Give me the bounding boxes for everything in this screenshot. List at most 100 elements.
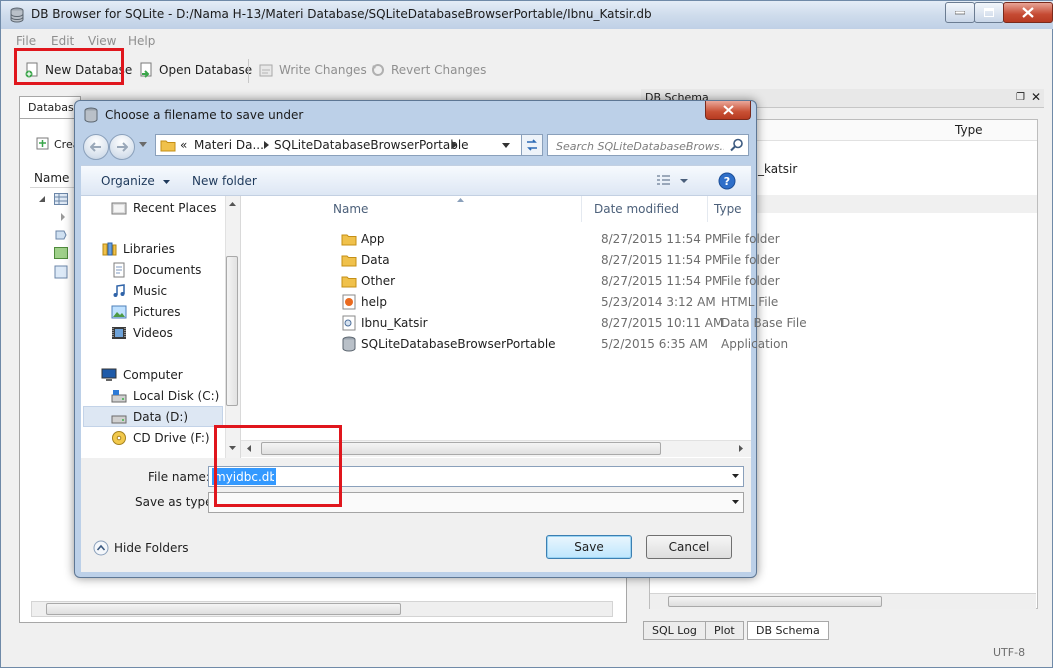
- column-header-type-label: Type: [714, 202, 742, 216]
- nav-libraries-label: Libraries: [123, 242, 175, 256]
- create-table-button[interactable]: Crea: [36, 137, 79, 151]
- dock-close-icon[interactable]: ✕: [1031, 90, 1041, 104]
- tab-plot[interactable]: Plot: [705, 621, 744, 640]
- maximize-button[interactable]: [974, 2, 1004, 23]
- nav-computer-label: Computer: [123, 368, 183, 382]
- nav-cd-drive[interactable]: CD Drive (F:): [111, 428, 210, 448]
- cd-drive-icon: [112, 431, 126, 445]
- table-icon: [54, 193, 68, 205]
- file-row[interactable]: Data 8/27/2015 11:54 PM File folder: [241, 249, 780, 270]
- back-arrow-icon: [90, 142, 101, 152]
- file-date: 8/27/2015 11:54 PM: [601, 252, 723, 267]
- scroll-right-icon[interactable]: [739, 445, 743, 452]
- breadcrumb-separator-icon[interactable]: [452, 141, 457, 149]
- drive-icon: [111, 415, 127, 424]
- write-changes-button[interactable]: Write Changes: [252, 57, 373, 83]
- nav-pictures[interactable]: Pictures: [111, 302, 181, 322]
- menu-edit[interactable]: Edit: [51, 34, 74, 48]
- open-database-label: Open Database: [159, 63, 253, 77]
- main-titlebar[interactable]: DB Browser for SQLite - D:/Nama H-13/Mat…: [1, 1, 1053, 29]
- hide-folders-button[interactable]: Hide Folders: [93, 540, 189, 556]
- dock-float-icon[interactable]: ❐: [1016, 92, 1025, 103]
- structure-horizontal-scrollbar[interactable]: [31, 601, 613, 617]
- tab-sql-log[interactable]: SQL Log: [643, 621, 706, 640]
- file-row[interactable]: App 8/27/2015 11:54 PM File folder: [241, 228, 780, 249]
- recent-locations-icon[interactable]: [139, 142, 147, 147]
- menu-view[interactable]: View: [88, 34, 116, 48]
- menu-file[interactable]: File: [16, 34, 36, 48]
- file-type: File folder: [721, 252, 780, 267]
- help-icon[interactable]: ?: [718, 172, 736, 190]
- videos-icon: [112, 327, 126, 339]
- search-icon[interactable]: [730, 138, 744, 152]
- minimize-button[interactable]: [945, 2, 975, 23]
- address-dropdown-icon[interactable]: [502, 143, 510, 148]
- schema-col-type[interactable]: Type: [955, 123, 983, 137]
- dialog-body: Recent Places Libraries Documents Music …: [81, 196, 807, 458]
- file-row[interactable]: SQLiteDatabaseBrowserPortable 5/2/2015 6…: [241, 333, 788, 354]
- schema-entry-label[interactable]: _katsir: [758, 162, 797, 176]
- breadcrumb-overflow[interactable]: «: [180, 138, 187, 152]
- address-bar[interactable]: « Materi Da... SQLiteDatabaseBrowserPort…: [155, 134, 539, 156]
- chevron-down-icon[interactable]: [732, 500, 739, 504]
- view-options-icon[interactable]: [656, 174, 688, 188]
- column-header-date[interactable]: Date modified: [588, 196, 708, 222]
- new-folder-button[interactable]: New folder: [192, 174, 257, 188]
- nav-videos[interactable]: Videos: [111, 323, 173, 343]
- dialog-command-bar: Organize New folder ?: [81, 165, 751, 196]
- structure-scroll-thumb[interactable]: [46, 603, 401, 615]
- nav-computer[interactable]: Computer: [101, 365, 183, 385]
- tab-database-structure[interactable]: Database: [19, 96, 81, 118]
- column-header-name[interactable]: Name: [327, 196, 582, 222]
- breadcrumb-item-sqlite[interactable]: SQLiteDatabaseBrowserPortable: [274, 138, 469, 152]
- nav-data-drive[interactable]: Data (D:): [111, 407, 188, 427]
- tree-collapse-icon[interactable]: [60, 213, 66, 221]
- file-row[interactable]: Ibnu_Katsir 8/27/2015 10:11 AM Data Base…: [241, 312, 807, 333]
- file-row[interactable]: Other 8/27/2015 11:54 PM File folder: [241, 270, 780, 291]
- organize-button[interactable]: Organize: [101, 174, 170, 188]
- dialog-close-button[interactable]: [705, 101, 751, 120]
- column-header-type[interactable]: Type: [708, 196, 751, 222]
- local-disk-icon: [111, 390, 127, 403]
- tab-db-schema[interactable]: DB Schema: [747, 621, 829, 640]
- back-button[interactable]: [83, 134, 109, 160]
- schema-horizontal-scrollbar[interactable]: [650, 593, 1036, 609]
- computer-icon: [101, 368, 117, 381]
- dialog-title: Choose a filename to save under: [105, 108, 304, 122]
- breadcrumb-separator-icon[interactable]: [264, 141, 269, 149]
- column-header-date-label: Date modified: [594, 202, 680, 216]
- save-button[interactable]: Save: [546, 535, 632, 559]
- nav-local-disk[interactable]: Local Disk (C:): [111, 386, 219, 406]
- menu-help[interactable]: Help: [128, 34, 155, 48]
- libraries-icon: [102, 242, 117, 256]
- dialog-navigation-bar: « Materi Da... SQLiteDatabaseBrowserPort…: [81, 131, 751, 161]
- write-changes-label: Write Changes: [279, 63, 367, 77]
- nav-documents[interactable]: Documents: [111, 260, 201, 280]
- tree-expand-icon[interactable]: [38, 195, 46, 203]
- chevron-down-icon[interactable]: [732, 474, 739, 478]
- nav-recent-places[interactable]: Recent Places: [111, 198, 216, 218]
- search-box[interactable]: [547, 134, 749, 156]
- file-row[interactable]: help 5/23/2014 3:12 AM HTML File: [241, 291, 778, 312]
- forward-arrow-icon: [117, 142, 128, 152]
- search-input[interactable]: [554, 136, 726, 156]
- nav-music[interactable]: Music: [111, 281, 167, 301]
- schema-scroll-thumb[interactable]: [668, 596, 882, 607]
- main-toolbar: New Database Open Database Write Changes…: [1, 48, 1053, 87]
- cancel-button[interactable]: Cancel: [646, 535, 732, 559]
- navigation-pane: Recent Places Libraries Documents Music …: [81, 196, 241, 458]
- pictures-icon: [111, 305, 127, 319]
- view-icon: [54, 247, 68, 259]
- sort-ascending-icon: [457, 198, 464, 202]
- folder-icon: [341, 249, 357, 270]
- open-database-button[interactable]: Open Database: [132, 57, 258, 83]
- close-button[interactable]: [1003, 2, 1053, 23]
- breadcrumb-item-materi[interactable]: Materi Da...: [194, 138, 264, 152]
- structure-col-name[interactable]: Name: [34, 171, 69, 185]
- nav-libraries[interactable]: Libraries: [101, 239, 175, 259]
- forward-button[interactable]: [109, 134, 135, 160]
- scroll-up-icon[interactable]: [229, 202, 236, 206]
- revert-changes-button[interactable]: Revert Changes: [364, 57, 492, 83]
- refresh-button[interactable]: [521, 134, 543, 156]
- navigation-pane-scroll-thumb[interactable]: [226, 256, 238, 406]
